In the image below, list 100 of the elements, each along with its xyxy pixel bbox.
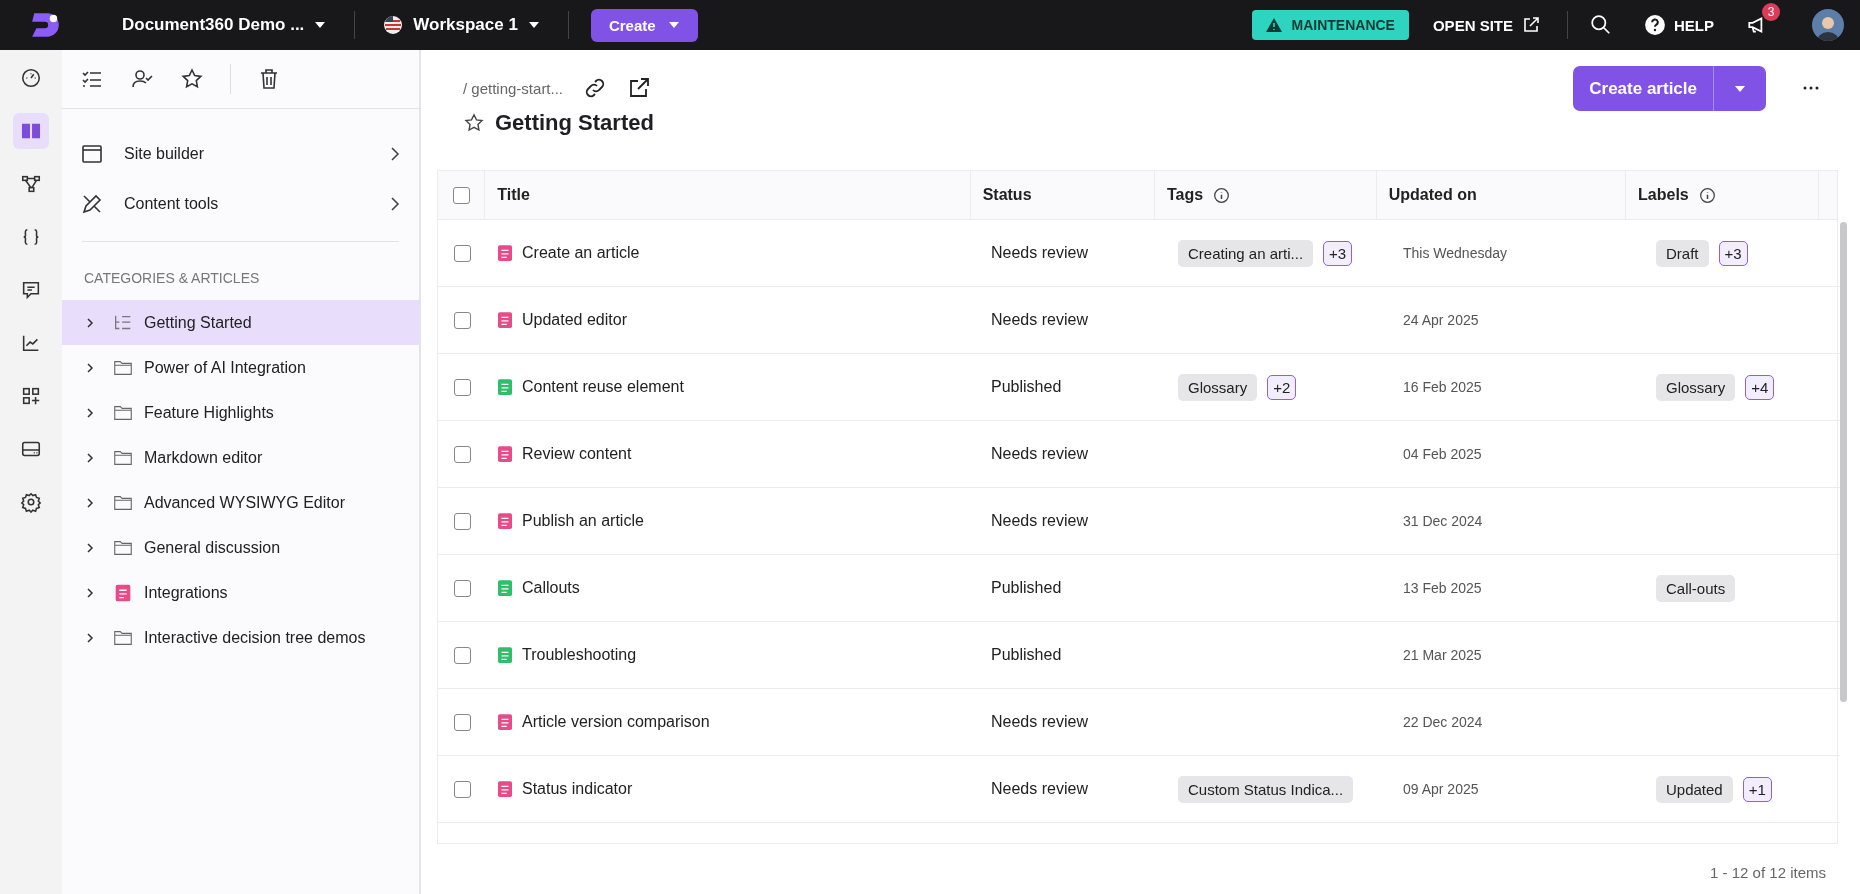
status-text: Published [991, 378, 1062, 396]
article-title-link[interactable]: Troubleshooting [522, 646, 637, 664]
chevron-right-icon[interactable] [84, 451, 96, 464]
status-text: Needs review [991, 780, 1088, 798]
updated-date: 22 Dec 2024 [1403, 714, 1483, 730]
article-title-link[interactable]: Publish an article [522, 512, 644, 530]
caret-icon [1734, 85, 1746, 93]
book-icon[interactable] [13, 113, 49, 149]
star-icon[interactable] [180, 67, 204, 91]
open-site-link[interactable]: OPEN SITE [1428, 11, 1545, 39]
breadcrumb-link[interactable]: / getting-start... [463, 79, 564, 97]
create-article-button[interactable]: Create article [1573, 66, 1714, 111]
label-tag[interactable]: Draft [1656, 239, 1709, 267]
star-icon[interactable] [463, 112, 485, 134]
tree-item[interactable]: Getting Started [62, 300, 419, 345]
more-count-tag[interactable]: +1 [1742, 776, 1772, 802]
caret-icon [314, 21, 327, 29]
label-tag[interactable]: Glossary [1656, 373, 1736, 401]
row-checkbox[interactable] [453, 311, 471, 329]
tree-item[interactable]: Integrations [62, 570, 419, 615]
chevron-right-icon[interactable] [84, 496, 96, 509]
chevron-right-icon[interactable] [84, 406, 96, 419]
column-header[interactable]: Updated on [1388, 186, 1477, 204]
browser-window-icon [80, 142, 104, 166]
article-title-link[interactable]: Review content [522, 445, 632, 463]
row-checkbox[interactable] [453, 378, 471, 396]
row-checkbox[interactable] [453, 579, 471, 597]
article-title-link[interactable]: Callouts [522, 579, 580, 597]
status-text: Published [991, 579, 1062, 597]
more-count-tag[interactable]: +2 [1267, 374, 1297, 400]
column-header[interactable]: Status [982, 186, 1032, 204]
updated-date: This Wednesday [1403, 245, 1507, 261]
tag[interactable]: Creating an arti... [1178, 239, 1314, 267]
tree-item[interactable]: Advanced WYSIWYG Editor [62, 480, 419, 525]
article-title-link[interactable]: Article version comparison [522, 713, 710, 731]
maintenance-button[interactable]: MAINTENANCE [1251, 10, 1409, 40]
notification-badge: 3 [1762, 3, 1780, 21]
external-link-icon[interactable] [627, 76, 652, 100]
page-title: Getting Started [495, 110, 654, 136]
create-button[interactable]: Create [590, 8, 698, 42]
row-checkbox[interactable] [453, 445, 471, 463]
sidebar-menu-item[interactable]: Content tools [80, 179, 401, 229]
label-tag[interactable]: Call-outs [1656, 574, 1736, 602]
article-title-link[interactable]: Status indicator [522, 780, 633, 798]
chevron-right-icon[interactable] [84, 631, 96, 644]
updated-date: 13 Feb 2025 [1403, 580, 1482, 596]
row-checkbox[interactable] [453, 244, 471, 262]
project-dropdown[interactable]: Document360 Demo ... [116, 11, 333, 39]
more-count-tag[interactable]: +3 [1323, 240, 1353, 266]
caret-icon [667, 21, 680, 29]
more-icon[interactable] [1802, 84, 1820, 92]
info-icon[interactable] [1698, 186, 1716, 204]
row-checkbox[interactable] [453, 780, 471, 798]
sidebar-menu-item[interactable]: Site builder [80, 129, 401, 179]
more-count-tag[interactable]: +4 [1745, 374, 1775, 400]
tree-item[interactable]: Power of AI Integration [62, 345, 419, 390]
pencil-ruler-icon [80, 192, 104, 216]
status-text: Needs review [991, 244, 1088, 262]
updated-date: 09 Apr 2025 [1403, 781, 1479, 797]
updated-date: 21 Mar 2025 [1403, 647, 1482, 663]
search-icon[interactable] [1590, 14, 1612, 36]
chevron-right-icon[interactable] [84, 541, 96, 554]
external-link-icon [1521, 15, 1541, 35]
tree-item[interactable]: Markdown editor [62, 435, 419, 480]
tag[interactable]: Custom Status Indica... [1178, 775, 1354, 803]
article-title-link[interactable]: Updated editor [522, 311, 627, 329]
column-header[interactable]: Labels [1638, 186, 1689, 204]
row-checkbox[interactable] [453, 713, 471, 731]
tree-item[interactable]: Feature Highlights [62, 390, 419, 435]
more-count-tag[interactable]: +3 [1718, 240, 1748, 266]
updated-date: 16 Feb 2025 [1403, 379, 1482, 395]
tree-item[interactable]: General discussion [62, 525, 419, 570]
updated-date: 31 Dec 2024 [1403, 513, 1483, 529]
row-checkbox[interactable] [453, 512, 471, 530]
row-checkbox[interactable] [453, 646, 471, 664]
workspace-dropdown[interactable]: Workspace 1 [377, 11, 546, 39]
help-button[interactable]: HELP [1640, 10, 1718, 40]
chevron-right-icon[interactable] [84, 586, 96, 599]
flag-icon [383, 15, 404, 35]
updated-date: 24 Apr 2025 [1403, 312, 1479, 328]
section-heading: CATEGORIES & ARTICLES [83, 269, 261, 288]
article-title-link[interactable]: Content reuse element [522, 378, 684, 396]
chevron-right-icon[interactable] [84, 316, 96, 329]
info-icon[interactable] [1213, 186, 1231, 204]
tree-item[interactable]: Interactive decision tree demos [62, 615, 419, 660]
chevron-right-icon [389, 146, 401, 162]
article-title-link[interactable]: Create an article [522, 244, 640, 262]
select-all-checkbox[interactable] [452, 186, 470, 204]
tag[interactable]: Glossary [1178, 373, 1258, 401]
chevron-right-icon[interactable] [84, 361, 96, 374]
column-header[interactable]: Tags [1167, 186, 1204, 204]
column-header[interactable]: Title [497, 186, 530, 204]
question-icon [1644, 14, 1666, 36]
avatar[interactable] [1812, 9, 1844, 41]
updated-date: 04 Feb 2025 [1403, 446, 1482, 462]
status-text: Needs review [991, 311, 1088, 329]
label-tag[interactable]: Updated [1656, 775, 1733, 803]
dropdown-toggle[interactable] [1714, 66, 1766, 111]
warning-icon [1265, 18, 1282, 32]
status-text: Needs review [991, 713, 1088, 731]
